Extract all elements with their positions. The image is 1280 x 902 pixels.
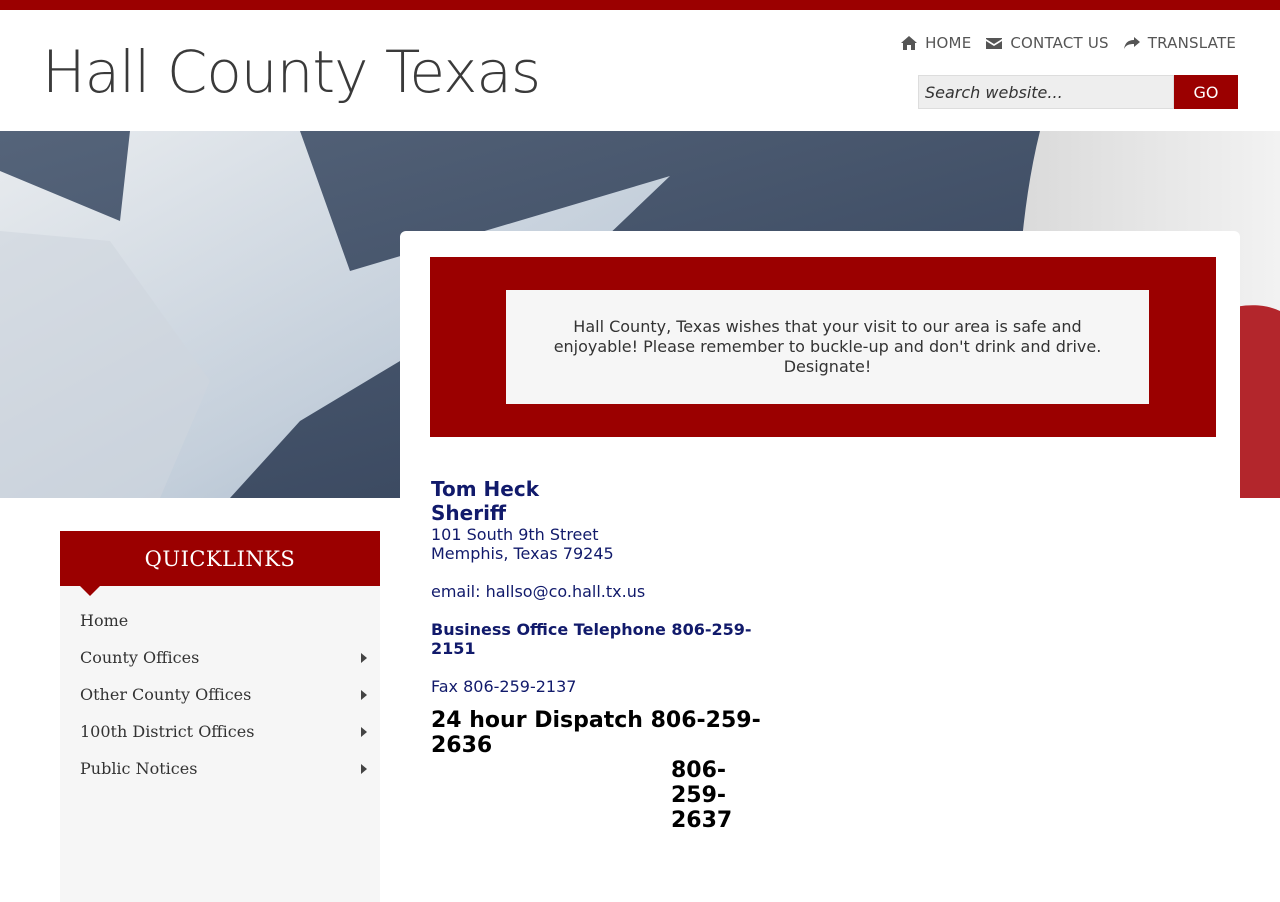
address-line1: 101 South 9th Street: [431, 525, 599, 544]
email-link[interactable]: email: hallso@co.hall.tx.us: [431, 582, 771, 601]
search-bar: GO: [918, 75, 1238, 109]
notice-box: Hall County, Texas wishes that your visi…: [506, 290, 1149, 404]
nav-contact-us[interactable]: CONTACT US: [985, 34, 1109, 52]
main-content-card: Hall County, Texas wishes that your visi…: [400, 231, 1240, 833]
caret-right-icon: [361, 689, 367, 700]
quicklinks-panel: QUICKLINKS Home County Offices Other Cou…: [60, 531, 380, 902]
quicklink-other-county-offices[interactable]: Other County Offices: [60, 676, 380, 713]
business-phone: Business Office Telephone 806-259-2151: [431, 620, 752, 658]
quicklink-label: Home: [80, 611, 129, 630]
quicklinks-title: QUICKLINKS: [60, 531, 380, 596]
site-title[interactable]: Hall County Texas: [42, 38, 541, 106]
quicklink-label: Other County Offices: [80, 685, 252, 704]
quicklink-county-offices[interactable]: County Offices: [60, 639, 380, 676]
search-input[interactable]: [918, 75, 1174, 109]
quicklink-home[interactable]: Home: [60, 602, 380, 639]
address-line2: Memphis, Texas 79245: [431, 544, 614, 563]
top-accent-bar: [0, 0, 1280, 10]
share-arrow-icon: [1123, 37, 1140, 49]
notice-frame: Hall County, Texas wishes that your visi…: [430, 257, 1216, 437]
dispatch-phone: 24 hour Dispatch 806-259-2636: [431, 708, 761, 758]
notice-text: Hall County, Texas wishes that your visi…: [553, 317, 1102, 376]
top-nav: HOME CONTACT US TRANSLATE: [900, 34, 1236, 52]
nav-home-label: HOME: [925, 34, 972, 52]
quicklinks-list: Home County Offices Other County Offices…: [60, 586, 380, 902]
caret-right-icon: [361, 763, 367, 774]
dispatch-phone-alt: 806-259-2637: [671, 758, 733, 833]
quicklink-label: County Offices: [80, 648, 200, 667]
nav-contact-us-label: CONTACT US: [1010, 34, 1109, 52]
caret-right-icon: [361, 652, 367, 663]
quicklink-public-notices[interactable]: Public Notices: [60, 750, 380, 787]
sheriff-contact: Tom Heck Sheriff 101 South 9th Street Me…: [431, 477, 771, 833]
quicklink-label: Public Notices: [80, 759, 198, 778]
search-go-button[interactable]: GO: [1174, 75, 1238, 109]
fax-number: Fax 806-259-2137: [431, 677, 577, 696]
nav-translate[interactable]: TRANSLATE: [1123, 34, 1236, 52]
quicklink-label: 100th District Offices: [80, 722, 255, 741]
sheriff-name: Tom Heck: [431, 477, 539, 501]
site-header: Hall County Texas HOME CONTACT US TRANSL…: [0, 10, 1280, 131]
envelope-icon: [986, 38, 1003, 49]
sheriff-title: Sheriff: [431, 501, 507, 525]
home-icon: [901, 36, 918, 50]
quicklink-100th-district-offices[interactable]: 100th District Offices: [60, 713, 380, 750]
caret-right-icon: [361, 726, 367, 737]
nav-home[interactable]: HOME: [900, 34, 971, 52]
nav-translate-label: TRANSLATE: [1147, 34, 1236, 52]
